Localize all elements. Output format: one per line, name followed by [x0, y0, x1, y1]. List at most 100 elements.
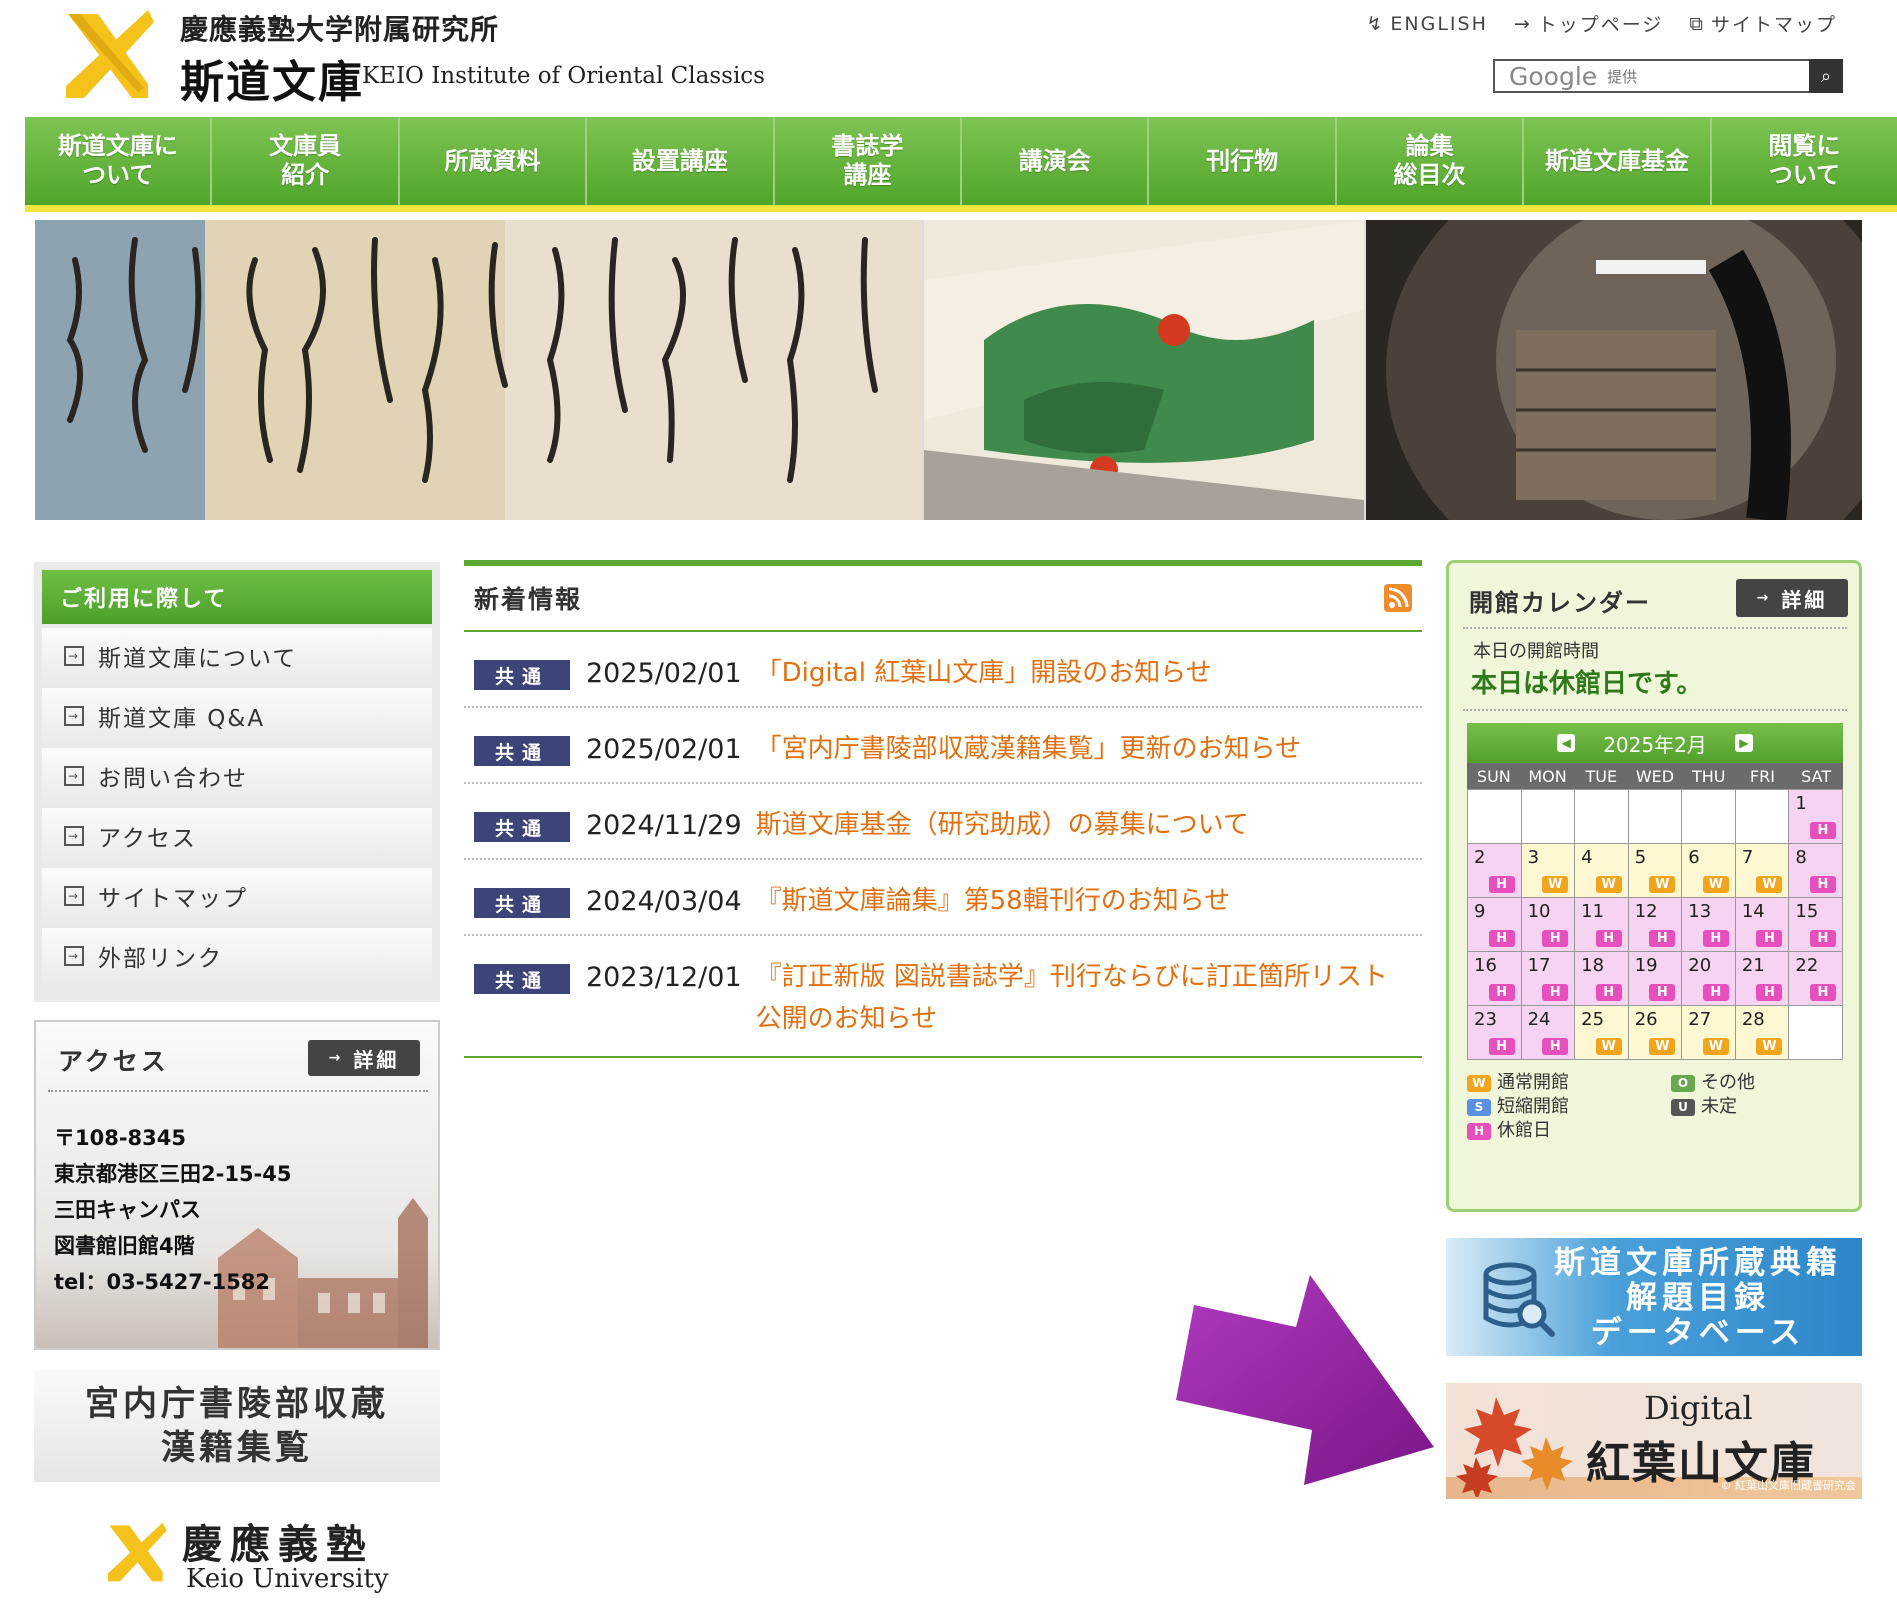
calendar-day: 24 H	[1521, 1006, 1576, 1060]
usage-menu-item[interactable]: → お問い合わせ	[42, 748, 432, 804]
news-link[interactable]: 『訂正新版 図説書誌学』刊行ならびに訂正箇所リスト公開のお知らせ	[756, 956, 1412, 1040]
calendar-status-badge: H	[1810, 876, 1836, 893]
nav-item-8[interactable]: 論集 総目次	[1337, 117, 1525, 205]
news-link[interactable]: 斯道文庫基金（研究助成）の募集について	[756, 804, 1249, 846]
usage-menu-item[interactable]: → アクセス	[42, 808, 432, 864]
keio-pen-logo[interactable]	[58, 6, 158, 102]
english-link[interactable]: ↯ ENGLISH	[1366, 10, 1487, 37]
search-input[interactable]: Google 提供	[1493, 59, 1809, 93]
calendar-day-number: 10	[1527, 901, 1551, 922]
calendar-status-badge: H	[1702, 984, 1729, 1001]
calendar-status-badge: W	[1756, 1038, 1783, 1055]
calendar-day-number: 6	[1688, 847, 1700, 868]
calendar-empty-cell	[1735, 790, 1790, 844]
usage-menu-item-label: アクセス	[98, 826, 197, 852]
database-banner-line3: データベース	[1590, 1315, 1806, 1351]
calendar-status-badge: H	[1488, 876, 1515, 893]
nav-item-6[interactable]: 講演会	[962, 117, 1150, 205]
legend-label: 休館日	[1497, 1120, 1551, 1141]
top-links: ↯ ENGLISH → トップページ ⧉ サイトマップ	[1366, 10, 1837, 37]
news-link[interactable]: 「Digital 紅葉山文庫」開設のお知らせ	[756, 652, 1212, 694]
calendar-detail-button[interactable]: → 詳細	[1736, 579, 1848, 617]
kunaicho-banner[interactable]: 宮内庁書陵部収蔵 漢籍集覧	[34, 1370, 440, 1482]
google-brand: Google	[1509, 61, 1598, 91]
calendar-day: 13 H	[1682, 898, 1736, 952]
nav-item-label: 紹介	[281, 161, 330, 189]
usage-menu-item[interactable]: → サイトマップ	[42, 868, 432, 924]
calendar-day: 2H	[1468, 844, 1522, 898]
divider	[48, 1090, 428, 1092]
calendar-status-badge: W	[1702, 1038, 1729, 1055]
access-address-line: 東京都港区三田2-15-45	[54, 1162, 292, 1186]
global-nav: 斯道文庫に ついて 文庫員 紹介 所蔵資料 設置講座 書誌学 講座 講演会 刊行物 論集 総目次 斯道文…	[25, 117, 1897, 212]
usage-menu-item[interactable]: → 外部リンク	[42, 928, 432, 984]
arrow-right-icon: →	[328, 1050, 344, 1066]
digital-momijiyama-banner[interactable]: Digital 紅葉山文庫 © 紅葉山文庫旧蔵書研究会	[1446, 1383, 1862, 1499]
sitemap-link[interactable]: ⧉ サイトマップ	[1689, 10, 1837, 37]
calendar-weekday: THU	[1691, 766, 1726, 786]
database-banner[interactable]: 斯道文庫所蔵典籍 解題目録 データベース	[1446, 1238, 1862, 1356]
search-button[interactable]: ⌕	[1809, 59, 1843, 93]
calendar-day: 22 H	[1789, 952, 1843, 1006]
usage-menu-item[interactable]: → 斯道文庫 Q&A	[42, 688, 432, 744]
calendar-status-badge: W	[1595, 876, 1622, 893]
arrow-right-icon: →	[1756, 590, 1772, 606]
calendar-day-number: 15	[1795, 901, 1819, 922]
usage-menu-item-label: 外部リンク	[98, 946, 223, 972]
nav-item-2[interactable]: 文庫員 紹介	[212, 117, 400, 205]
database-banner-line1: 斯道文庫所蔵典籍	[1554, 1245, 1842, 1281]
access-address-line: 三田キャンパス	[54, 1198, 201, 1222]
calendar-month-bar: ◀ 2025年2月 ▶	[1467, 723, 1843, 763]
database-banner-text: 斯道文庫所蔵典籍 解題目録 データベース	[1554, 1246, 1842, 1351]
hero-banner	[35, 220, 1862, 520]
calendar-day-number: 11	[1581, 901, 1605, 922]
nav-item-label: 刊行物	[1206, 146, 1279, 175]
news-title: 新着情報	[474, 585, 583, 614]
usage-menu-item[interactable]: → 斯道文庫について	[42, 628, 432, 684]
calendar-legend: W 通常開館 S 短縮開館 H 休館日 O その他 U 未定	[1467, 1071, 1847, 1151]
news-tag: 共通	[474, 964, 570, 994]
calendar-status-badge: W	[1649, 1038, 1676, 1055]
calendar-status-badge: W	[1756, 876, 1783, 893]
nav-item-label: 設置講座	[631, 146, 728, 175]
calendar-status-badge: W	[1649, 876, 1676, 893]
calendar-title: 開館カレンダー	[1469, 589, 1651, 617]
nav-item-7[interactable]: 刊行物	[1149, 117, 1337, 205]
calendar-day-number: 22	[1795, 955, 1819, 976]
legend-item: H 休館日	[1467, 1119, 1551, 1143]
nav-item-3[interactable]: 所蔵資料	[400, 117, 588, 205]
keio-pen-logo-small[interactable]	[102, 1520, 170, 1584]
calendar-day: 23 H	[1468, 1006, 1522, 1060]
access-address: 〒108-8345 東京都港区三田2-15-45 三田キャンパス 図書館旧館4階 tel…	[54, 1120, 292, 1300]
calendar-empty-cell	[1521, 790, 1576, 844]
calendar-status-badge: H	[1488, 984, 1515, 1001]
access-detail-label: 詳細	[353, 1047, 400, 1072]
calendar-grid: 1 H 2 H 3 W 4 W 5 W 6 W 7 W 8 H 9 H 10 H 11 H 12 H 13 H 14 H 15 H 16 H 1…	[1467, 789, 1843, 1060]
banner-credit: © 紅葉山文庫旧蔵書研究会	[1720, 1479, 1857, 1492]
calendar-status-badge: H	[1542, 984, 1569, 1001]
calendar-day-number: 3	[1527, 847, 1540, 868]
nav-item-10[interactable]: 閲覧に ついて	[1712, 117, 1897, 205]
access-detail-button[interactable]: → 詳細	[308, 1040, 420, 1076]
prev-month-icon[interactable]: ◀	[1557, 734, 1576, 752]
news-link[interactable]: 『斯道文庫論集』第58輯刊行のお知らせ	[756, 880, 1231, 922]
banner-digital-label: Digital	[1644, 1389, 1753, 1427]
nav-item-4[interactable]: 設置講座	[587, 117, 775, 205]
rss-icon[interactable]	[1384, 584, 1412, 612]
top-page-link[interactable]: → トップページ	[1514, 10, 1664, 37]
legend-item: S 短縮開館	[1467, 1095, 1569, 1119]
usage-menu-item-label: 斯道文庫について	[98, 646, 298, 672]
calendar-day: 19 H	[1628, 952, 1683, 1006]
nav-item-5[interactable]: 書誌学 講座	[775, 117, 963, 205]
nav-item-9[interactable]: 斯道文庫基金	[1524, 117, 1712, 205]
calendar-day: 7W	[1735, 844, 1790, 898]
box-arrow-icon: →	[64, 826, 84, 846]
news-link[interactable]: 「宮内庁書陵部収蔵漢籍集覧」更新のお知らせ	[756, 728, 1301, 770]
nav-item-label: 閲覧に	[1768, 132, 1841, 161]
calendar-empty-cell	[1468, 790, 1522, 844]
calendar-empty-cell	[1789, 1006, 1843, 1060]
calendar-status-badge: H	[1488, 930, 1515, 947]
calendar-day-number: 7	[1741, 847, 1754, 868]
next-month-icon[interactable]: ▶	[1734, 734, 1753, 752]
nav-item-1[interactable]: 斯道文庫に ついて	[25, 117, 213, 205]
